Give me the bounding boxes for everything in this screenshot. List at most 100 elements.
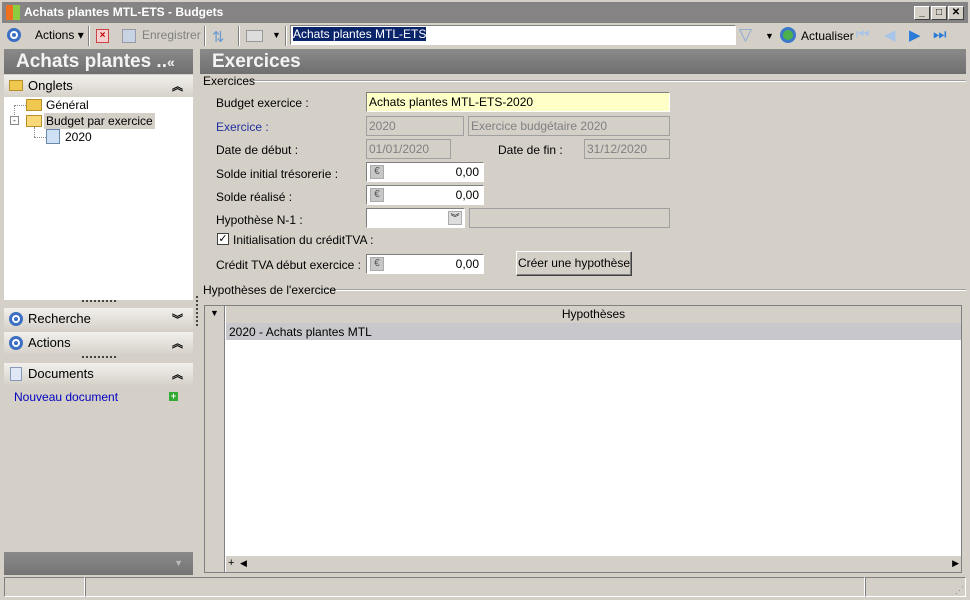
actions-label: Actions <box>28 335 71 350</box>
tree-item-general[interactable]: Général <box>46 98 89 112</box>
minimize-button[interactable]: _ <box>914 6 930 20</box>
save-icon[interactable] <box>122 29 136 43</box>
search-label: Recherche <box>28 311 91 326</box>
left-panel-footer: ▼ <box>4 552 193 575</box>
hypothese-n1-desc <box>469 208 670 228</box>
group-hypotheses-label: Hypothèses de l'exercice <box>203 283 337 297</box>
dropdown-arrow-icon[interactable]: ▼ <box>210 308 219 318</box>
init-tva-label: Initialisation du créditTVA : <box>233 233 374 247</box>
hypothese-n1-combo[interactable]: ︾ <box>366 208 465 228</box>
collapse-icon[interactable]: ︽ <box>172 335 183 351</box>
create-hypothesis-button[interactable]: Créer une hypothèse <box>516 251 632 276</box>
euro-icon: € <box>370 165 384 179</box>
group-exercices-label: Exercices <box>203 74 256 88</box>
credit-tva-field[interactable]: €0,00 <box>366 254 484 274</box>
actions-circle-icon <box>9 336 23 350</box>
search-section-header[interactable]: Recherche ︾ <box>4 308 193 330</box>
title-bar: Achats plantes MTL-ETS - Budgets _ □ ✕ <box>0 0 970 23</box>
row-header-column: ▼ <box>205 306 225 572</box>
actions-section-header[interactable]: Actions ︽ <box>4 332 193 354</box>
euro-icon: € <box>370 257 384 271</box>
vertical-splitter[interactable] <box>196 296 198 326</box>
actions-menu[interactable]: Actions ▾ <box>35 28 84 42</box>
scroll-right-icon[interactable]: ▶ <box>952 558 959 569</box>
tree-item-budget-par-exercice[interactable]: Budget par exercice <box>44 113 155 129</box>
splitter[interactable] <box>82 356 116 358</box>
column-header-hypotheses[interactable]: Hypothèses <box>226 306 961 323</box>
sync-icon[interactable]: ⇅ <box>212 28 225 46</box>
collapse-toggle[interactable]: - <box>10 116 19 125</box>
documents-label: Documents <box>28 366 94 381</box>
next-record-icon[interactable]: ▶ <box>909 26 921 44</box>
status-segment-2 <box>85 577 865 597</box>
chevron-down-icon[interactable]: ︾ <box>448 211 462 225</box>
expand-icon[interactable]: ︾ <box>172 311 183 327</box>
status-segment-3: ⋰ <box>865 577 966 597</box>
search-circle-icon <box>9 312 23 326</box>
tree-item-2020[interactable]: 2020 <box>65 130 92 144</box>
new-document-link[interactable]: Nouveau document <box>14 390 118 404</box>
close-button[interactable]: ✕ <box>948 6 964 20</box>
left-title-text: Achats plantes .. <box>16 51 167 72</box>
exercice-desc-field: Exercice budgétaire 2020 <box>468 116 670 136</box>
add-row-icon[interactable]: + <box>228 557 234 569</box>
collapse-icon[interactable]: ︽ <box>172 78 183 94</box>
splitter[interactable] <box>82 300 116 302</box>
credit-tva-label: Crédit TVA début exercice : <box>216 258 361 272</box>
scroll-left-icon[interactable]: ◀ <box>240 558 247 569</box>
collapse-icon[interactable]: ︽ <box>172 366 183 382</box>
hypotheses-grid: ▼ Hypothèses 2020 - Achats plantes MTL +… <box>204 305 962 573</box>
app-icon <box>6 5 20 20</box>
end-date-label: Date de fin : <box>498 143 563 157</box>
table-row[interactable]: 2020 - Achats plantes MTL <box>226 323 961 340</box>
documents-icon <box>10 367 22 381</box>
horizontal-scrollbar[interactable]: + ◀ ▶ <box>226 556 961 572</box>
folder-icon <box>9 80 23 91</box>
tabs-section-header[interactable]: Onglets ︽ <box>4 75 193 97</box>
add-icon[interactable]: + <box>169 392 178 401</box>
solde-initial-value: 0,00 <box>455 165 479 179</box>
left-panel-title: Achats plantes ..« <box>4 49 193 74</box>
last-record-icon[interactable]: ⏭ <box>933 26 947 43</box>
credit-tva-value: 0,00 <box>455 257 479 271</box>
euro-icon: € <box>370 188 384 202</box>
window-title: Achats plantes MTL-ETS - Budgets <box>24 5 224 19</box>
print-icon[interactable] <box>246 30 263 42</box>
filter-dropdown-icon[interactable]: ▼ <box>765 31 774 41</box>
menu-circle-icon[interactable] <box>7 28 21 42</box>
solde-realise-value: 0,00 <box>455 188 479 202</box>
refresh-icon[interactable] <box>780 27 796 43</box>
solde-realise-field[interactable]: €0,00 <box>366 185 484 205</box>
search-value: Achats plantes MTL-ETS <box>293 27 427 41</box>
start-date-field: 01/01/2020 <box>366 139 451 159</box>
delete-icon[interactable]: × <box>96 29 109 43</box>
maximize-button[interactable]: □ <box>931 6 947 20</box>
exercice-code-field: 2020 <box>366 116 464 136</box>
end-date-field: 31/12/2020 <box>584 139 670 159</box>
chevron-down-icon[interactable]: ▼ <box>174 558 183 568</box>
init-tva-checkbox[interactable]: ✓ <box>217 233 229 245</box>
resize-grip-icon[interactable]: ⋰ <box>955 585 964 596</box>
collapse-panel-icon[interactable]: « <box>167 54 175 70</box>
budget-field[interactable]: Achats plantes MTL-ETS-2020 <box>366 92 670 112</box>
solde-realise-label: Solde réalisé : <box>216 190 293 204</box>
filter-icon[interactable]: ▽ <box>739 25 752 45</box>
folder-icon <box>26 99 42 111</box>
start-date-label: Date de début : <box>216 143 299 157</box>
solde-initial-field[interactable]: €0,00 <box>366 162 484 182</box>
refresh-button[interactable]: Actualiser <box>801 29 854 43</box>
documents-section-header[interactable]: Documents ︽ <box>4 363 193 385</box>
tabs-tree: Général - Budget par exercice 2020 <box>4 97 193 300</box>
first-record-icon[interactable]: ⏮ <box>856 26 870 43</box>
document-icon <box>46 129 60 144</box>
search-input[interactable]: Achats plantes MTL-ETS <box>290 25 736 45</box>
save-button[interactable]: Enregistrer <box>142 28 201 42</box>
page-title: Exercices <box>200 49 966 74</box>
solde-initial-label: Solde initial trésorerie : <box>216 167 339 181</box>
open-folder-icon <box>26 115 42 127</box>
print-dropdown-icon[interactable]: ▼ <box>272 30 281 40</box>
budget-label: Budget exercice : <box>216 96 309 110</box>
exercice-label[interactable]: Exercice : <box>216 120 269 134</box>
actions-label: Actions <box>35 28 75 42</box>
previous-record-icon[interactable]: ◀ <box>884 26 896 44</box>
